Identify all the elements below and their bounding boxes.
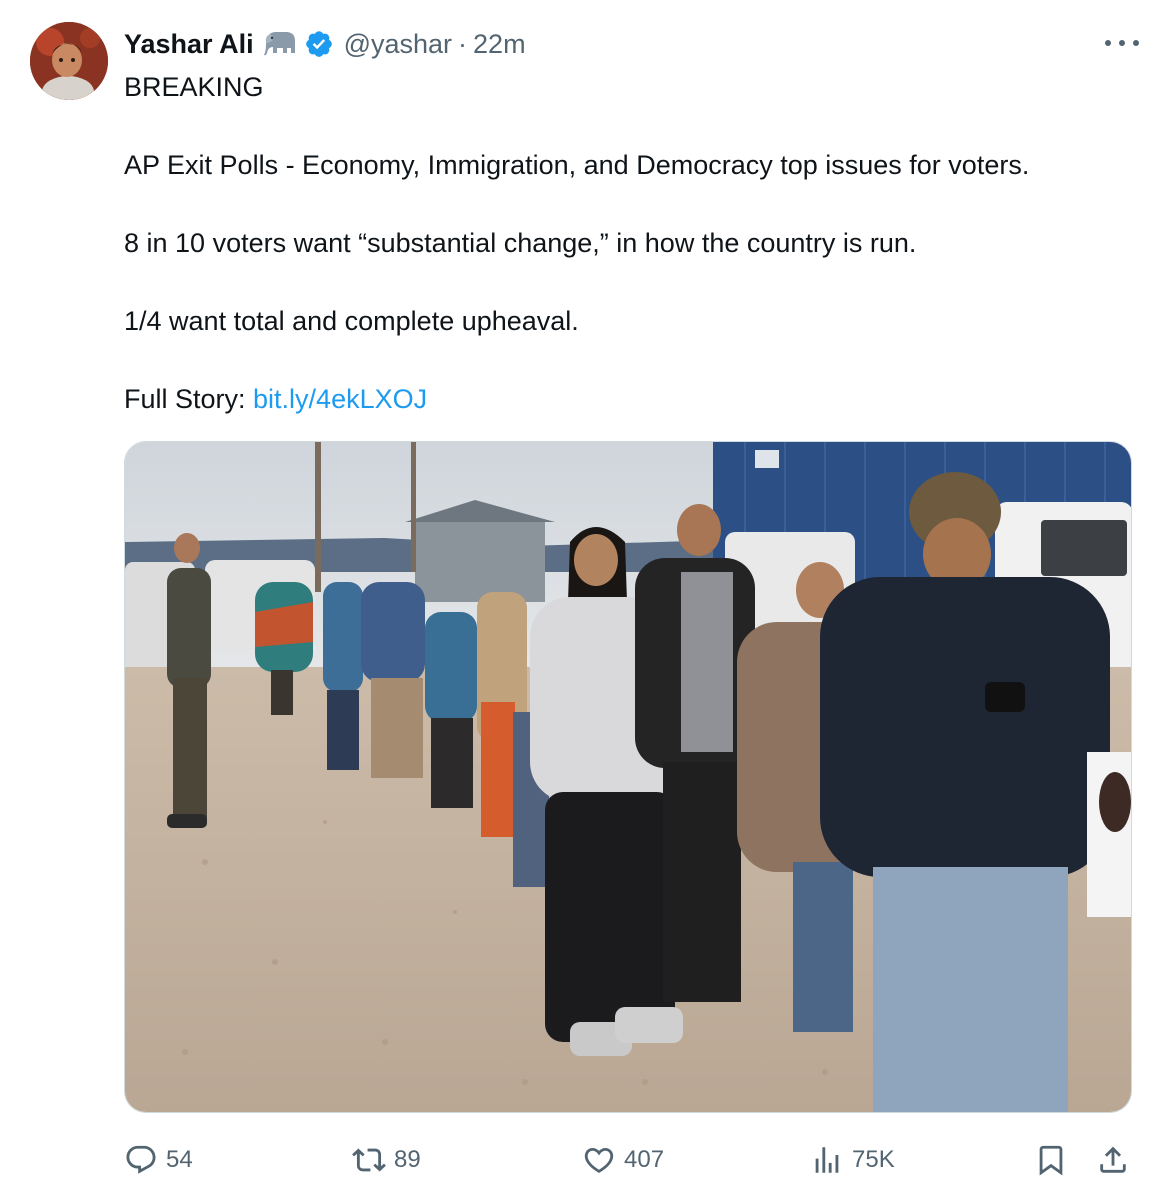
tweet-text-full-story: Full Story: bit.ly/4ekLXOJ <box>124 382 427 416</box>
views-button[interactable]: 75K <box>810 1138 895 1182</box>
retweet-button[interactable]: 89 <box>352 1138 421 1182</box>
bookmark-icon <box>1039 1145 1063 1176</box>
reply-count: 54 <box>166 1146 193 1173</box>
tweet-text-line: AP Exit Polls - Economy, Immigration, an… <box>124 150 1030 180</box>
like-button[interactable]: 407 <box>582 1138 664 1182</box>
views-chart-icon <box>815 1147 839 1173</box>
like-count: 407 <box>624 1146 665 1173</box>
share-button[interactable] <box>1096 1138 1130 1182</box>
more-options-icon[interactable] <box>1105 28 1139 58</box>
tweet-media-photo[interactable] <box>124 441 1132 1113</box>
view-count: 75K <box>852 1146 895 1173</box>
tweet-text-line: 8 in 10 voters want “substantial change,… <box>124 228 917 258</box>
tweet-text-line: 1/4 want total and complete upheaval. <box>124 306 579 336</box>
full-story-label: Full Story: <box>124 384 254 414</box>
retweet-count: 89 <box>394 1146 421 1173</box>
header-separator: · <box>458 28 468 59</box>
reply-button[interactable]: 54 <box>124 1138 193 1182</box>
share-icon <box>1100 1146 1126 1173</box>
action-bar: 54 89 407 75K <box>124 1138 1132 1182</box>
display-name[interactable]: Yashar Ali <box>124 29 254 60</box>
photo-voters-line <box>125 442 1131 1112</box>
tweet-time[interactable]: 22m <box>473 29 526 60</box>
avatar-image <box>30 22 108 100</box>
elephant-icon <box>262 29 298 59</box>
reply-icon <box>126 1145 156 1174</box>
author-handle[interactable]: @yashar <box>344 29 452 60</box>
heart-icon <box>584 1147 614 1173</box>
tweet-card[interactable]: Yashar Ali @yashar · 22m BREAKING AP Exi… <box>0 0 1165 1200</box>
story-link[interactable]: bit.ly/4ekLXOJ <box>253 384 427 414</box>
avatar[interactable] <box>30 22 108 100</box>
retweet-icon <box>352 1148 386 1172</box>
bookmark-button[interactable] <box>1034 1138 1068 1182</box>
tweet-text-breaking: BREAKING <box>124 72 264 102</box>
verified-badge-icon <box>304 29 334 59</box>
tweet-header: Yashar Ali @yashar · 22m <box>124 24 526 64</box>
